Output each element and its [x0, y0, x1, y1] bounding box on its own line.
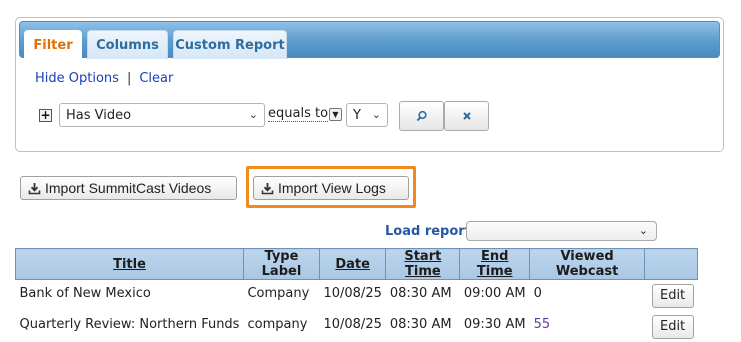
operator-dropdown-icon[interactable]: ▼	[329, 108, 342, 121]
col-header-start-time[interactable]: Start Time	[385, 248, 461, 280]
link-separator: |	[126, 71, 132, 86]
cell-viewed-webcast: 0	[533, 286, 542, 301]
col-header-date[interactable]: Date	[318, 248, 387, 280]
plus-box-icon[interactable]: +	[39, 109, 52, 122]
col-header-viewed-webcast: Viewed Webcast	[529, 248, 646, 280]
tab-columns[interactable]: Columns	[87, 30, 168, 59]
load-report-select[interactable]: ⌄	[466, 221, 657, 241]
video-grid: Title Type Label Date Start Time End Tim…	[15, 248, 699, 342]
filter-field-value: Has Video	[66, 108, 132, 123]
filter-links: Hide Options | Clear	[35, 71, 173, 86]
cell-start-time: 08:30 AM	[389, 286, 452, 301]
col-header-type-label: Type Label	[242, 248, 320, 280]
cell-date: 10/08/25	[323, 316, 382, 332]
cell-actions: Edit	[645, 280, 698, 311]
clear-link[interactable]: Clear	[139, 71, 173, 86]
import-view-logs-label: Import View Logs	[278, 180, 386, 196]
cell-end-time: 09:30 AM	[463, 316, 526, 332]
col-header-actions	[644, 248, 699, 280]
download-icon	[261, 182, 274, 195]
chevron-down-icon: ⌄	[638, 224, 648, 237]
cell-type-label: Company	[247, 286, 310, 301]
cell-actions: Edit	[645, 311, 698, 342]
filter-criteria-row: + Has Video ⌄ equals to ▼ Y ⌄	[37, 101, 517, 131]
col-header-end-time[interactable]: End Time	[459, 248, 531, 280]
cell-end-time: 09:00 AM	[463, 286, 526, 301]
filter-panel: Filter Columns Custom Report Hide Option…	[15, 17, 724, 152]
cell-viewed-webcast-link[interactable]: 55	[530, 311, 645, 342]
edit-button[interactable]: Edit	[651, 314, 694, 339]
import-summitcast-label: Import SummitCast Videos	[45, 180, 212, 196]
tab-filter[interactable]: Filter	[24, 30, 82, 60]
filter-value: Y	[353, 108, 361, 123]
hide-options-link[interactable]: Hide Options	[35, 71, 119, 86]
edit-button[interactable]: Edit	[651, 284, 694, 308]
table-row: Bank of New Mexico Company 10/08/25 08:3…	[16, 280, 698, 311]
clear-filter-button[interactable]	[444, 101, 489, 131]
chevron-down-icon: ⌄	[248, 108, 258, 121]
x-icon	[462, 112, 471, 120]
cell-type-label: company	[247, 316, 308, 332]
tab-custom-report[interactable]: Custom Report	[173, 30, 287, 59]
cell-date: 10/08/25	[323, 286, 382, 301]
download-icon	[28, 182, 41, 195]
import-summitcast-button[interactable]: Import SummitCast Videos	[20, 176, 237, 200]
table-row: Quarterly Review: Northern Funds company…	[16, 311, 698, 342]
cell-title: Quarterly Review: Northern Funds	[19, 316, 240, 332]
col-header-title[interactable]: Title	[15, 248, 244, 280]
chevron-down-icon: ⌄	[371, 108, 381, 121]
load-report-label: Load report:	[385, 224, 477, 239]
cell-title: Bank of New Mexico	[19, 286, 151, 301]
operator-label[interactable]: equals to	[268, 106, 329, 122]
filter-field-select[interactable]: Has Video ⌄	[59, 103, 265, 127]
search-button[interactable]	[399, 101, 444, 131]
grid-header-row: Title Type Label Date Start Time End Tim…	[15, 248, 699, 280]
cell-start-time: 08:30 AM	[389, 316, 452, 332]
magnifier-icon	[416, 110, 427, 122]
filter-value-select[interactable]: Y ⌄	[346, 103, 388, 127]
tab-bar: Filter Columns Custom Report	[19, 21, 720, 60]
import-view-logs-button[interactable]: Import View Logs	[253, 176, 409, 200]
